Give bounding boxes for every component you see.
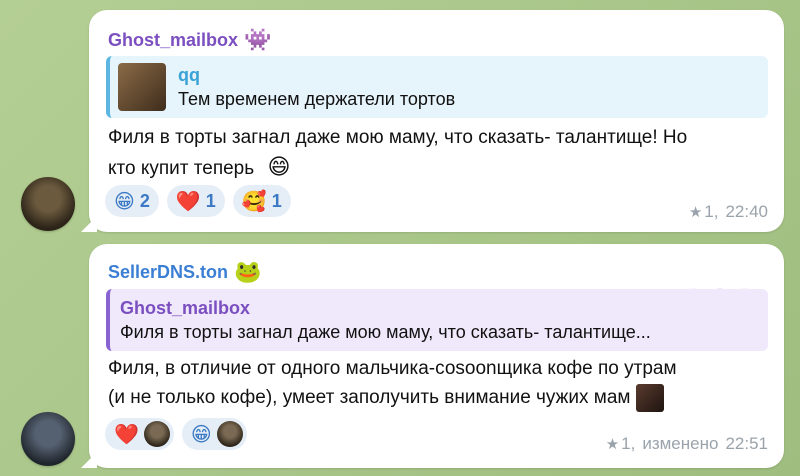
reaction-heart[interactable]: ❤️ — [105, 418, 174, 450]
message-time: 22:40 — [725, 202, 768, 221]
message-text: Филя в торты загнал даже мою маму, что с… — [108, 123, 764, 183]
reaction-count: 1 — [205, 190, 216, 211]
reactions-bar: 😁 2 ❤️ 1 🥰 1 — [105, 185, 291, 217]
reply-text: Тем временем держатели тортов — [178, 88, 456, 109]
message-bubble-1[interactable]: Ghost_mailbox 👾 qq Тем временем держател… — [89, 10, 784, 232]
reaction-count: 2 — [139, 190, 150, 211]
sender-name-text[interactable]: SellerDNS.ton — [108, 262, 228, 283]
message-text-line-1: Филя, в отличие от одного мальчика-соsoo… — [108, 358, 677, 379]
sender-avatar-sellerdns[interactable] — [21, 412, 75, 466]
reply-author: Ghost_mailbox — [120, 297, 251, 318]
sender-name[interactable]: Ghost_mailbox 👾 — [108, 27, 271, 53]
message-meta: ★ 1, изменено 22:51 — [606, 434, 768, 454]
reactor-avatar — [216, 421, 243, 447]
reaction-count: 1 — [271, 190, 282, 211]
views-count: 1, — [704, 202, 719, 221]
heart-emoji-icon: ❤️ — [114, 423, 139, 446]
message-text: Филя, в отличие от одного мальчика-соsoo… — [108, 354, 764, 412]
inline-custom-emoji-photo — [635, 383, 664, 412]
message-meta: ★ 1, 22:40 — [689, 202, 768, 222]
reaction-grin[interactable]: 😁 2 — [105, 185, 159, 217]
edited-label: изменено — [642, 434, 719, 453]
star-icon: ★ — [688, 204, 703, 221]
reaction-heart[interactable]: ❤️ 1 — [166, 185, 225, 217]
reactor-avatar — [143, 421, 170, 447]
message-text-line-2: кто купит теперь — [108, 158, 255, 179]
sender-avatar-ghost-mailbox[interactable] — [21, 177, 75, 231]
sender-status-emoji-icon: 🐸 — [234, 259, 262, 284]
heart-emoji-icon: ❤️ — [175, 190, 201, 213]
message-text-line-2: (и не только кофе), умеет заполучить вни… — [108, 387, 631, 408]
views-count: 1, — [621, 434, 636, 453]
reply-author: qq — [178, 64, 200, 85]
reply-preview[interactable]: Ghost_mailbox Филя в торты загнал даже м… — [106, 289, 768, 351]
reaction-grin[interactable]: 😁 — [181, 418, 247, 450]
message-time: 22:51 — [725, 434, 768, 453]
reply-thumbnail — [118, 63, 166, 111]
message-bubble-2[interactable]: ☠ ⚗ ☠ SellerDNS.ton 🐸 Ghost_mailbox Филя… — [89, 244, 784, 468]
sender-name[interactable]: SellerDNS.ton 🐸 — [108, 259, 261, 285]
reply-text: Филя в торты загнал даже мою маму, что с… — [120, 321, 651, 342]
laughing-emoji-icon: 😄 — [267, 154, 291, 179]
sender-name-text[interactable]: Ghost_mailbox — [108, 30, 238, 51]
grin-emoji-icon: 😁 — [190, 423, 212, 446]
smiling-hearts-emoji-icon: 🥰 — [241, 190, 267, 213]
grin-emoji-icon: 😁 — [114, 190, 135, 213]
message-text-line-1: Филя в торты загнал даже мою маму, что с… — [108, 127, 688, 148]
reply-preview[interactable]: qq Тем временем держатели тортов — [106, 56, 768, 118]
reaction-smiling-hearts[interactable]: 🥰 1 — [232, 185, 291, 217]
sender-status-emoji-icon: 👾 — [244, 27, 272, 52]
reactions-bar: ❤️ 😁 — [105, 418, 247, 450]
star-icon: ★ — [605, 436, 620, 453]
